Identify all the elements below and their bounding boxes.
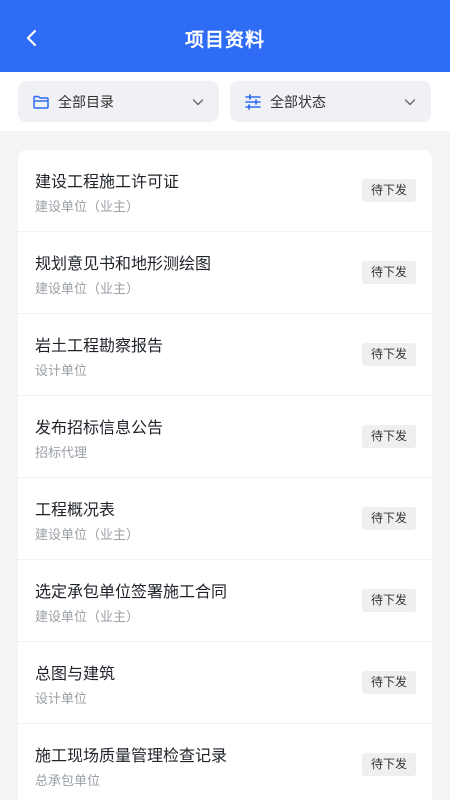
item-title: 施工现场质量管理检查记录: [35, 746, 228, 765]
item-organization: 设计单位: [35, 692, 88, 707]
item-title: 岩土工程勘察报告: [35, 336, 164, 355]
status-badge: 待下发: [361, 425, 416, 448]
item-organization: 建设单位（业主）: [35, 200, 140, 215]
item-title: 工程概况表: [35, 500, 116, 519]
catalog-filter-dropdown[interactable]: 全部目录: [18, 81, 219, 122]
list-item[interactable]: 施工现场质量管理检查记录 总承包单位 待下发: [18, 724, 432, 800]
status-badge: 待下发: [361, 671, 416, 694]
item-title: 规划意见书和地形测绘图: [35, 254, 212, 273]
status-badge: 待下发: [361, 179, 416, 202]
status-badge: 待下发: [361, 343, 416, 366]
list-item[interactable]: 岩土工程勘察报告 设计单位 待下发: [18, 314, 432, 396]
list-item[interactable]: 工程概况表 建设单位（业主） 待下发: [18, 478, 432, 560]
item-organization: 建设单位（业主）: [35, 610, 140, 625]
item-title: 选定承包单位签署施工合同: [35, 582, 228, 601]
list-item[interactable]: 发布招标信息公告 招标代理 待下发: [18, 396, 432, 478]
item-organization: 总承包单位: [35, 774, 101, 789]
status-filter-dropdown[interactable]: 全部状态: [230, 81, 431, 122]
status-badge: 待下发: [361, 589, 416, 612]
sliders-icon: [244, 93, 262, 111]
catalog-filter-label: 全部目录: [58, 94, 114, 111]
item-organization: 建设单位（业主）: [35, 282, 140, 297]
item-title: 总图与建筑: [35, 664, 116, 683]
item-organization: 招标代理: [35, 446, 88, 461]
filter-bar: 全部目录 全部状态: [0, 72, 450, 131]
status-badge: 待下发: [361, 261, 416, 284]
status-filter-label: 全部状态: [270, 94, 326, 111]
chevron-down-icon: [191, 95, 205, 109]
document-list: 建设工程施工许可证 建设单位（业主） 待下发 规划意见书和地形测绘图 建设单位（…: [18, 150, 432, 800]
item-title: 发布招标信息公告: [35, 418, 164, 437]
list-item[interactable]: 建设工程施工许可证 建设单位（业主） 待下发: [18, 150, 432, 232]
list-item[interactable]: 规划意见书和地形测绘图 建设单位（业主） 待下发: [18, 232, 432, 314]
item-organization: 建设单位（业主）: [35, 528, 140, 543]
list-item[interactable]: 选定承包单位签署施工合同 建设单位（业主） 待下发: [18, 560, 432, 642]
page-title: 项目资料: [184, 29, 265, 51]
chevron-down-icon: [403, 95, 417, 109]
app-header: 项目资料: [0, 0, 450, 72]
list-item[interactable]: 总图与建筑 设计单位 待下发: [18, 642, 432, 724]
status-badge: 待下发: [361, 753, 416, 776]
folder-icon: [32, 93, 50, 111]
item-organization: 设计单位: [35, 364, 88, 379]
status-badge: 待下发: [361, 507, 416, 530]
item-title: 建设工程施工许可证: [35, 172, 180, 191]
